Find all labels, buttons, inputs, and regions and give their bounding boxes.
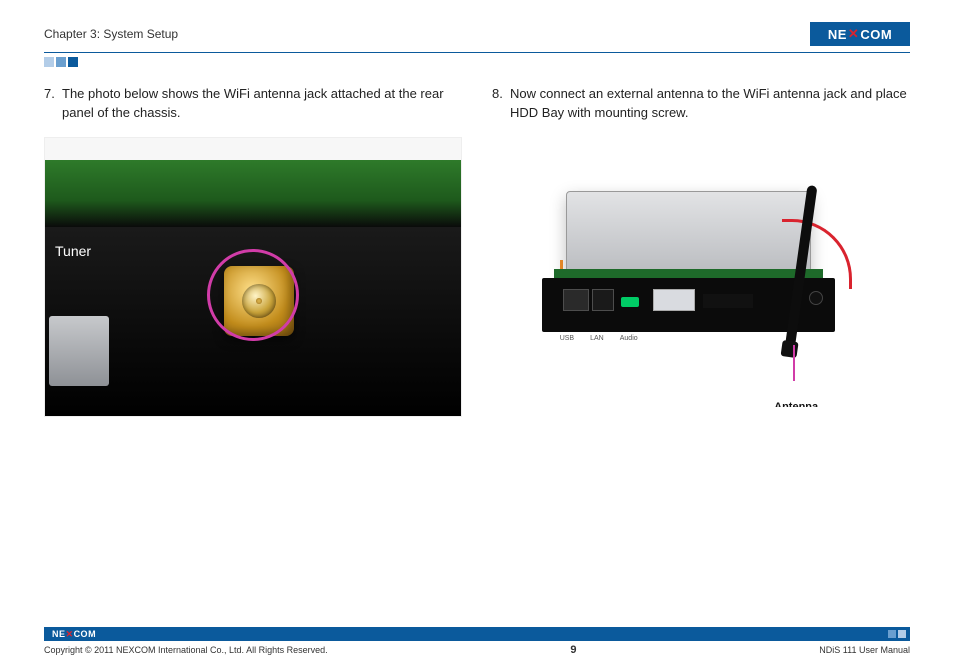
audio-port-icon — [621, 297, 639, 307]
port-labels: USB LAN Audio — [560, 335, 817, 342]
footer-squares — [878, 630, 906, 638]
logo-x-icon: ✕ — [847, 26, 860, 42]
manual-name: NDiS 111 User Manual — [819, 645, 910, 655]
port-label: USB — [560, 335, 574, 342]
footer-bar: NE✕COM — [44, 627, 910, 641]
right-column: 8. Now connect an external antenna to th… — [492, 85, 910, 417]
port-label: Audio — [620, 335, 638, 342]
step-8: 8. Now connect an external antenna to th… — [492, 85, 910, 123]
header-rule — [44, 52, 910, 53]
decorative-squares — [44, 57, 910, 67]
device-assembly: USB LAN Audio — [542, 191, 835, 348]
square-icon — [44, 57, 54, 67]
pcb-strip — [45, 160, 461, 227]
footer-logo-text: COM — [74, 629, 97, 639]
square-icon — [68, 57, 78, 67]
left-column: 7. The photo below shows the WiFi antenn… — [44, 85, 462, 417]
nexcom-logo: NE✕COM — [810, 22, 910, 46]
page-header: Chapter 3: System Setup NE✕COM — [44, 22, 910, 46]
hdd-bay-icon — [566, 191, 812, 282]
callout-circle-icon — [207, 249, 299, 341]
square-icon — [878, 630, 886, 638]
footer-logo-text: NE — [52, 629, 66, 639]
photo-wifi-jack: Tuner — [44, 137, 462, 417]
tuner-label: Tuner — [55, 243, 91, 259]
page-number: 9 — [570, 644, 576, 656]
cable-icon — [782, 219, 852, 289]
logo-text-right: COM — [860, 27, 892, 42]
square-icon — [56, 57, 66, 67]
callout-line-icon — [793, 345, 795, 381]
port-label: LAN — [590, 335, 604, 342]
step-body: The photo below shows the WiFi antenna j… — [62, 85, 462, 123]
dvi-port-icon — [49, 316, 109, 386]
antenna-jack-icon — [809, 291, 823, 305]
dvi-port-icon — [653, 289, 695, 311]
page-footer: NE✕COM Copyright © 2011 NEXCOM Internati… — [44, 627, 910, 656]
chapter-title: Chapter 3: System Setup — [44, 27, 178, 41]
step-number: 7. — [44, 85, 62, 123]
lan-port-icon — [592, 289, 614, 311]
step-7: 7. The photo below shows the WiFi antenn… — [44, 85, 462, 123]
step-number: 8. — [492, 85, 510, 123]
step-body: Now connect an external antenna to the W… — [510, 85, 910, 123]
tuner-port-icon — [703, 294, 753, 308]
copyright-text: Copyright © 2011 NEXCOM International Co… — [44, 645, 328, 655]
photo-device-antenna: USB LAN Audio Antenna — [492, 137, 910, 407]
square-icon — [888, 630, 896, 638]
square-icon — [898, 630, 906, 638]
content-area: 7. The photo below shows the WiFi antenn… — [44, 85, 910, 417]
antenna-callout-label: Antenna — [774, 401, 818, 406]
footer-text-row: Copyright © 2011 NEXCOM International Co… — [44, 644, 910, 656]
footer-logo: NE✕COM — [48, 629, 96, 640]
usb-port-icon — [563, 289, 589, 311]
logo-text-left: NE — [828, 27, 847, 42]
footer-logo-x-icon: ✕ — [66, 629, 74, 639]
